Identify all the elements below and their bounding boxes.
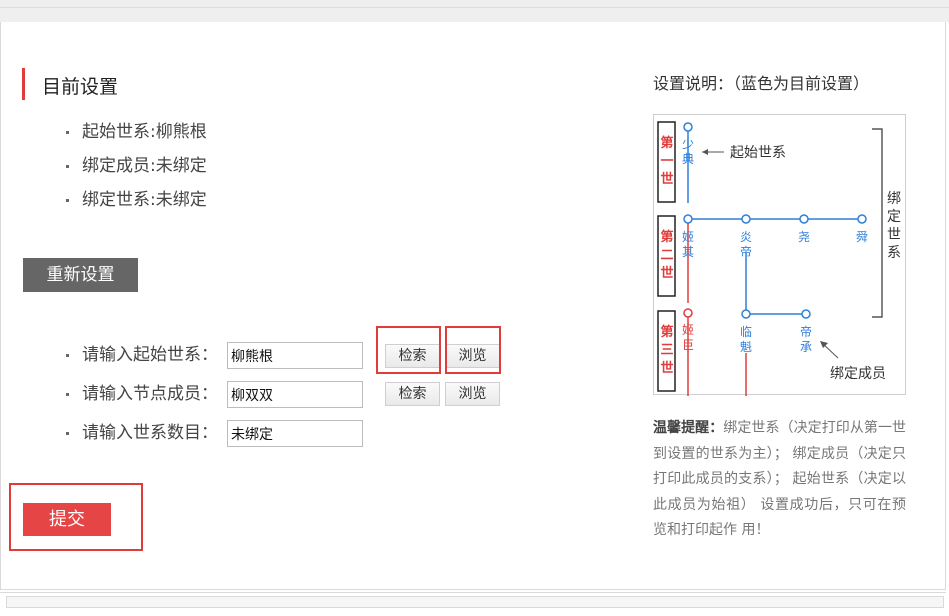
bottom-divider: [0, 592, 946, 593]
start-arrow-head: [702, 149, 708, 155]
current-bind-gen: 绑定世系:未绑定: [82, 190, 207, 210]
gen-1-char-1: 第: [660, 135, 673, 151]
bind-gen-char-3: 世: [887, 227, 901, 243]
list-item: 起始世系:柳熊根: [62, 118, 207, 152]
gen-2-char-2: 二: [660, 248, 673, 263]
node-yandi: [741, 214, 751, 224]
node-yao-label: 尧: [798, 230, 810, 244]
tip-heading: 温馨提醒：: [653, 420, 724, 436]
member-annotation: 绑定成员: [830, 366, 886, 382]
node-member-input[interactable]: [227, 381, 363, 408]
description-title: 设置说明：（蓝色为目前设置）: [653, 74, 870, 93]
node-yao: [799, 214, 809, 224]
node-shaodian-char-2: 典: [682, 152, 694, 166]
node-jiju: [683, 308, 693, 318]
gen-count-label: 请输入世系数目：: [82, 423, 218, 443]
node-jiqi-char-1: 姬: [682, 230, 694, 244]
submit-button[interactable]: 提交: [23, 503, 111, 536]
node-dicheng-char-1: 帝: [800, 324, 812, 339]
node-dicheng-char-2: 承: [800, 340, 812, 354]
node-linkui-char-2: 魁: [740, 339, 752, 354]
node-dicheng: [801, 309, 811, 319]
node-jiju-char-1: 姬: [682, 323, 694, 337]
bind-gen-char-4: 系: [887, 245, 901, 261]
gen-3-char-3: 世: [660, 360, 673, 376]
tip-body: 绑定世系（决定打印从第一世到设置的世系为主）； 绑定成员（决定只打印此成员的支系…: [653, 420, 907, 538]
node-member-label: 请输入节点成员：: [82, 384, 218, 404]
node-shaodian-char-1: 少: [682, 137, 694, 151]
gen-3-char-2: 三: [660, 343, 673, 358]
lineage-diagram-svg: 第 一 世 第 二 世 第 三 世 少 典 姬 其 炎 帝 尧 舜 临 魁 帝 …: [657, 121, 901, 396]
list-item: 绑定成员:未绑定: [62, 152, 207, 186]
browse-highlight-box: [445, 326, 501, 374]
lineage-diagram: 第 一 世 第 二 世 第 三 世 少 典 姬 其 炎 帝 尧 舜 临 魁 帝 …: [653, 114, 906, 396]
node-jiqi: [683, 214, 693, 224]
current-bind-member: 绑定成员:未绑定: [82, 156, 207, 176]
list-item: 绑定世系:未绑定: [62, 186, 207, 220]
node-linkui-char-1: 临: [740, 325, 752, 339]
current-settings-list: 起始世系:柳熊根 绑定成员:未绑定 绑定世系:未绑定: [62, 118, 207, 220]
node-jiqi-char-2: 其: [682, 245, 694, 259]
node-shun-label: 舜: [856, 229, 868, 244]
bullet-icon: [66, 354, 69, 357]
gen-2-char-1: 第: [660, 229, 673, 245]
gen-1-char-3: 世: [660, 171, 673, 187]
bullet-icon: [66, 393, 69, 396]
bottom-band: [6, 596, 944, 608]
tip-text: 温馨提醒：绑定世系（决定打印从第一世到设置的世系为主）； 绑定成员（决定只打印此…: [653, 416, 906, 544]
search-highlight-box: [376, 326, 441, 374]
current-start-gen: 起始世系:柳熊根: [82, 122, 207, 142]
node-jiju-char-2: 巨: [682, 338, 694, 352]
node-shaodian: [683, 122, 693, 132]
bind-gen-char-1: 绑: [887, 191, 901, 207]
node-member-browse-button[interactable]: 浏览: [445, 382, 500, 406]
start-gen-input[interactable]: [227, 342, 363, 369]
start-annotation: 起始世系: [730, 145, 786, 161]
start-gen-label: 请输入起始世系：: [82, 345, 218, 365]
bullet-icon: [66, 199, 69, 202]
bind-gen-char-2: 定: [887, 209, 901, 225]
gen-3-char-1: 第: [660, 324, 673, 340]
node-member-search-button[interactable]: 检索: [385, 382, 440, 406]
section-title: 目前设置: [42, 76, 119, 98]
bullet-icon: [66, 165, 69, 168]
node-yandi-char-1: 炎: [740, 230, 752, 244]
bullet-icon: [66, 131, 69, 134]
gen-count-input[interactable]: [227, 420, 363, 447]
bullet-icon: [66, 432, 69, 435]
node-linkui: [741, 309, 751, 319]
gen-2-char-3: 世: [660, 265, 673, 281]
reset-button[interactable]: 重新设置: [23, 258, 138, 292]
bind-gen-bracket: [872, 128, 883, 318]
top-divider: [0, 7, 949, 8]
node-shun: [857, 214, 867, 224]
section-accent-bar: [22, 68, 25, 100]
top-band: [0, 0, 949, 22]
gen-1-char-2: 一: [660, 154, 673, 169]
node-yandi-char-2: 帝: [740, 244, 752, 259]
